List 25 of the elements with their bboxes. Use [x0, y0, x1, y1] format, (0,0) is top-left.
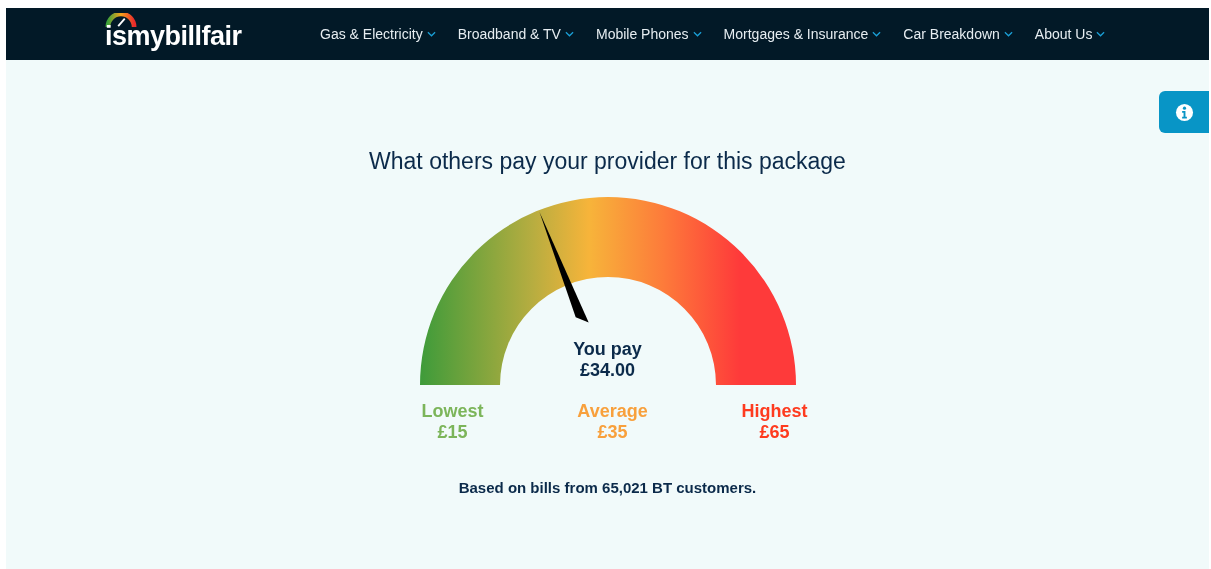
scale-label: Average	[577, 401, 648, 422]
info-icon	[1174, 102, 1194, 122]
scale-amount: £65	[759, 422, 790, 443]
nav-menu-item[interactable]: Car Breakdown	[903, 26, 1013, 42]
you-pay-label: You pay	[573, 339, 642, 360]
info-button[interactable]	[1159, 91, 1209, 133]
site-logo[interactable]: ismybillfair	[105, 12, 285, 50]
nav-menu-item[interactable]: About Us	[1034, 26, 1106, 42]
nav-menu-item[interactable]: Mobile Phones	[595, 26, 702, 42]
chevron-down-icon	[1096, 31, 1106, 37]
chevron-down-icon	[872, 31, 882, 37]
chevron-down-icon	[564, 31, 574, 37]
scale-amount: £35	[597, 422, 628, 443]
nav-menu-item[interactable]: Mortgages & Insurance	[723, 26, 882, 42]
chevron-down-icon	[692, 31, 702, 37]
you-pay-amount: £34.00	[579, 360, 636, 381]
nav-menu-item[interactable]: Broadband & TV	[457, 26, 574, 42]
scale-label: Highest	[741, 401, 808, 422]
nav-menu-item[interactable]: Gas & Electricity	[320, 26, 436, 42]
scale-label: Lowest	[421, 401, 484, 422]
footnote: Based on bills from 65,021 BT customers.	[458, 479, 757, 496]
chevron-down-icon	[1003, 31, 1013, 37]
heading: What others pay your provider for this package	[369, 148, 846, 175]
chevron-down-icon	[426, 31, 436, 37]
scale-amount: £15	[437, 422, 468, 443]
